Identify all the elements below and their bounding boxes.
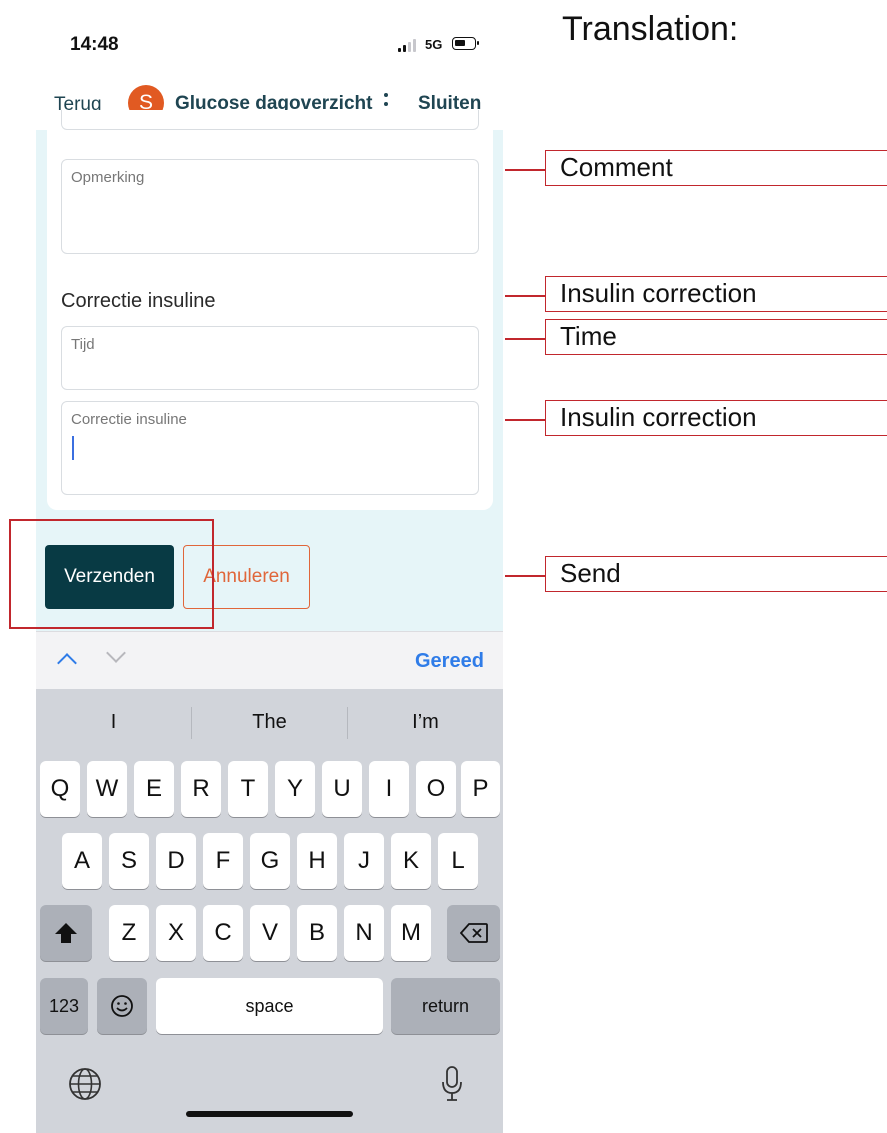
backspace-icon — [459, 923, 488, 943]
key[interactable]: I — [369, 761, 409, 817]
battery-icon — [452, 37, 479, 50]
translation-title: Translation: — [562, 10, 739, 48]
form-area: Opmerking Correctie insuline Tijd Correc… — [36, 110, 503, 631]
key[interactable]: U — [322, 761, 362, 817]
microphone-icon[interactable] — [441, 1065, 463, 1108]
insulin-correction-field-label: Correctie insuline — [71, 411, 187, 428]
return-key[interactable]: return — [391, 978, 500, 1034]
annotation-insulin-correction-field: Insulin correction — [545, 400, 887, 436]
shift-key[interactable] — [40, 905, 92, 961]
send-button[interactable]: Verzenden — [45, 545, 174, 609]
signal-icon — [398, 38, 420, 52]
done-button[interactable]: Gereed — [415, 650, 484, 673]
annotation-insulin-correction-section-text: Insulin correction — [560, 278, 757, 308]
key[interactable]: V — [250, 905, 290, 961]
annotation-connector — [505, 419, 545, 421]
key[interactable]: A — [62, 833, 102, 889]
status-bar: 14:48 5G — [36, 0, 503, 80]
key[interactable]: X — [156, 905, 196, 961]
chevron-up-icon[interactable] — [57, 653, 77, 673]
suggestion-1[interactable]: I — [36, 711, 191, 734]
key[interactable]: G — [250, 833, 290, 889]
network-type: 5G — [425, 37, 443, 52]
key[interactable]: E — [134, 761, 174, 817]
time-field-label: Tijd — [71, 336, 95, 353]
annotation-connector — [505, 169, 545, 171]
insulin-correction-field[interactable]: Correctie insuline — [61, 401, 479, 495]
suggestion-2[interactable]: The — [192, 711, 347, 734]
phone-screen: 14:48 5G Terug S Glucose dagoverzicht Sl… — [36, 0, 503, 1133]
comment-field-label: Opmerking — [71, 169, 145, 186]
key[interactable]: O — [416, 761, 456, 817]
shift-icon — [55, 923, 77, 943]
numbers-key[interactable]: 123 — [40, 978, 88, 1034]
backspace-key[interactable] — [447, 905, 500, 961]
text-caret — [72, 436, 74, 460]
key[interactable]: F — [203, 833, 243, 889]
annotation-time-text: Time — [560, 321, 617, 351]
annotation-insulin-correction-section: Insulin correction — [545, 276, 887, 312]
key[interactable]: M — [391, 905, 431, 961]
key[interactable]: N — [344, 905, 384, 961]
key[interactable]: K — [391, 833, 431, 889]
status-time: 14:48 — [70, 34, 119, 55]
annotation-connector — [505, 295, 545, 297]
annotation-connector — [505, 338, 545, 340]
key[interactable]: H — [297, 833, 337, 889]
key[interactable]: L — [438, 833, 478, 889]
key[interactable]: Q — [40, 761, 80, 817]
previous-field[interactable] — [61, 110, 479, 130]
home-indicator — [186, 1111, 353, 1117]
emoji-icon — [111, 995, 133, 1017]
cancel-button[interactable]: Annuleren — [183, 545, 310, 609]
key[interactable]: R — [181, 761, 221, 817]
chevron-down-icon[interactable] — [106, 643, 126, 663]
suggestion-3[interactable]: I’m — [348, 711, 503, 734]
key[interactable]: B — [297, 905, 337, 961]
emoji-key[interactable] — [97, 978, 147, 1034]
form-card: Opmerking Correctie insuline Tijd Correc… — [47, 110, 493, 510]
annotation-connector — [505, 575, 545, 577]
section-title-insulin-correction: Correctie insuline — [61, 290, 216, 312]
globe-icon[interactable] — [68, 1067, 102, 1106]
annotation-comment-text: Comment — [560, 152, 673, 182]
annotation-insulin-correction-field-text: Insulin correction — [560, 402, 757, 432]
keyboard-accessory-bar: Gereed — [36, 631, 503, 689]
key[interactable]: S — [109, 833, 149, 889]
key[interactable]: Y — [275, 761, 315, 817]
annotation-comment: Comment — [545, 150, 887, 186]
annotation-send: Send — [545, 556, 887, 592]
key[interactable]: W — [87, 761, 127, 817]
annotation-send-text: Send — [560, 558, 621, 588]
space-key[interactable]: space — [156, 978, 383, 1034]
key[interactable]: T — [228, 761, 268, 817]
key[interactable]: P — [461, 761, 500, 817]
key[interactable]: D — [156, 833, 196, 889]
key[interactable]: J — [344, 833, 384, 889]
key[interactable]: C — [203, 905, 243, 961]
key[interactable]: Z — [109, 905, 149, 961]
comment-field[interactable]: Opmerking — [61, 159, 479, 254]
annotation-time: Time — [545, 319, 887, 355]
keyboard: I The I’m Q W E R T Y U I O P A S D F G … — [36, 689, 503, 1133]
time-field[interactable]: Tijd — [61, 326, 479, 390]
